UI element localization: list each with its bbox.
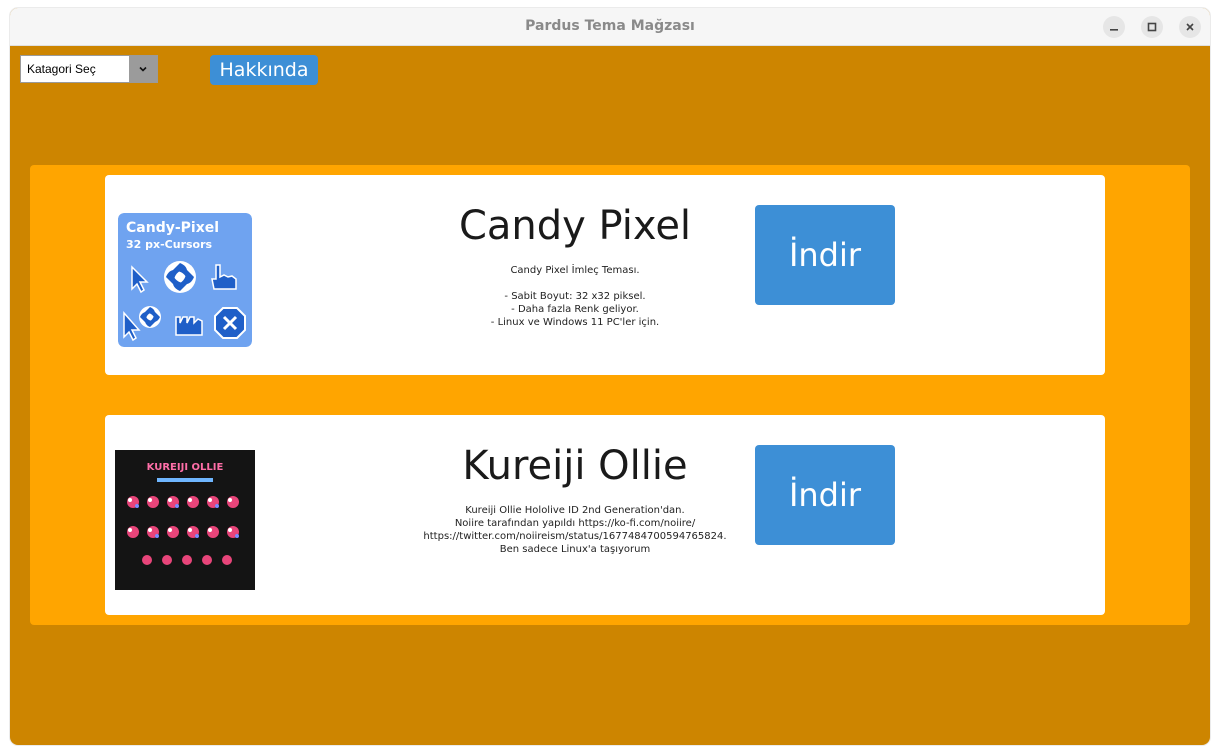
app-window: Pardus Tema Mağzası Katagori Seç Hakkınd… [10,8,1210,745]
download-button[interactable]: İndir [755,445,895,545]
kureiji-ollie-thumbnail: KUREIJI OLLIE [115,450,255,590]
candy-pixel-thumbnail: Candy-Pixel 32 px-Cursors [118,213,252,347]
theme-name: Kureiji Ollie [462,443,688,489]
window-title: Pardus Tema Mağzası [525,18,695,34]
theme-description: Kureiji Ollie Hololive ID 2nd Generation… [423,505,727,555]
chevron-down-icon[interactable] [129,56,157,82]
category-select-value: Katagori Seç [27,62,96,76]
maximize-icon [1147,22,1157,32]
spinner-cursor-icon [164,261,196,293]
minimize-icon [1110,29,1118,31]
theme-card-candy-pixel: Candy-Pixel 32 px-Cursors Candy Pixel Ca… [105,175,1105,375]
theme-description: Candy Pixel İmleç Teması. - Sabit Boyut:… [490,265,660,328]
about-button[interactable]: Hakkında [210,55,318,85]
theme-card-kureiji-ollie: KUREIJI OLLIE Kureiji Ollie Kureiji Olli… [105,415,1105,615]
theme-name: Candy Pixel [458,203,692,249]
minimize-button[interactable] [1103,16,1125,38]
main-content: Katagori Seç Hakkında Candy-Pixel 32 px-… [10,45,1210,745]
theme-list-panel[interactable]: Candy-Pixel 32 px-Cursors Candy Pixel Ca… [30,165,1190,625]
thumbnail-title: Candy-Pixel [126,220,219,236]
thumbnail-subtitle: 32 px-Cursors [126,238,213,251]
title-bar[interactable]: Pardus Tema Mağzası [10,8,1210,46]
thumbnail-title: KUREIJI OLLIE [147,462,224,473]
maximize-button[interactable] [1141,16,1163,38]
category-select[interactable]: Katagori Seç [20,55,158,83]
close-icon [1186,23,1194,31]
close-button[interactable] [1179,16,1201,38]
open-hand-icon [175,316,203,336]
download-button[interactable]: İndir [755,205,895,305]
not-allowed-icon [214,307,246,339]
